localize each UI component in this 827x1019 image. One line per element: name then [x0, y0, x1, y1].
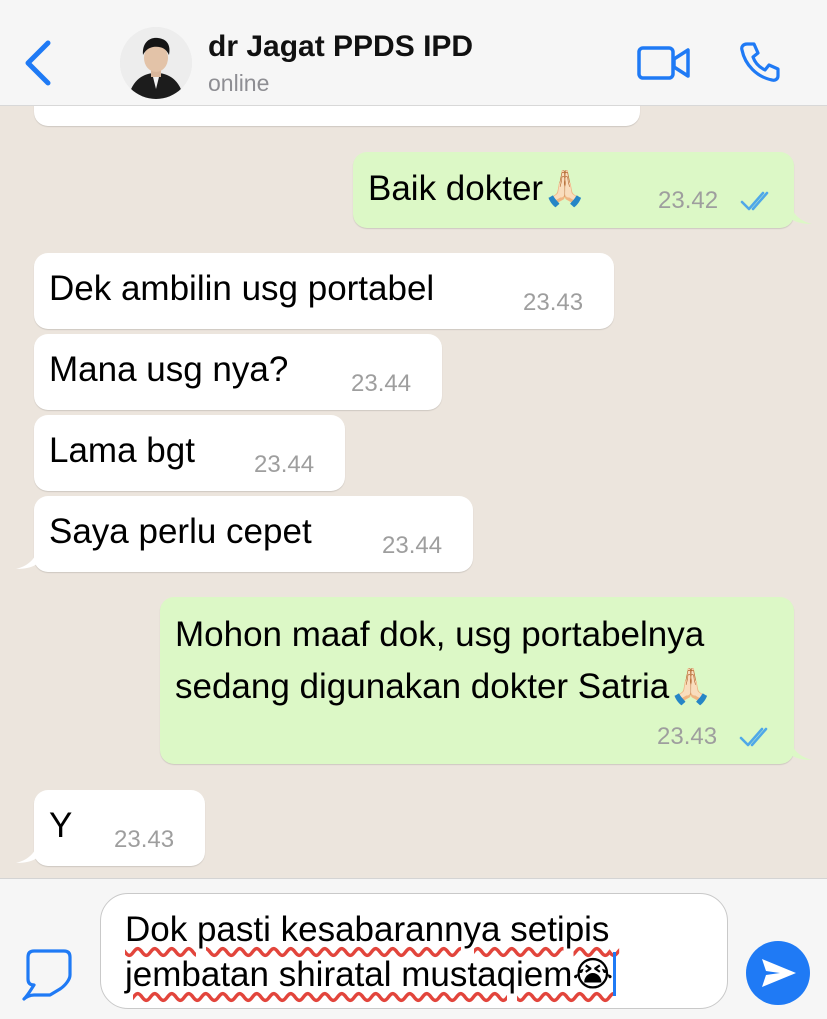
message-text: Lama bgt [49, 431, 195, 470]
send-button[interactable] [746, 941, 810, 1005]
text-cursor [613, 952, 617, 996]
draft-text: Dok pasti kesabarannya setipis jembatan … [125, 910, 620, 994]
message-text: Dek ambilin usg portabel [49, 269, 435, 308]
chevron-left-icon[interactable] [18, 38, 58, 88]
message-bubble-incoming[interactable]: Mana usg nya? 23.44 [34, 334, 442, 410]
bubble-tail [790, 738, 812, 760]
message-bubble-outgoing[interactable]: Baik dokter🙏🏻 23.42 [353, 152, 794, 228]
read-receipt-icon [739, 727, 768, 747]
composer-bar: Dok pasti kesabarannya setipis jembatan … [0, 878, 827, 1019]
video-camera-icon[interactable] [636, 44, 692, 82]
read-receipt-icon [740, 191, 769, 211]
message-input[interactable]: Dok pasti kesabarannya setipis jembatan … [100, 893, 728, 1009]
message-text: Y [49, 806, 73, 845]
message-list[interactable]: Baik dokter🙏🏻 23.42 Dek ambilin usg port… [0, 106, 827, 878]
message-time: 23.44 [382, 532, 443, 559]
contact-status: online [208, 70, 270, 96]
message-time: 23.43 [523, 289, 584, 316]
bubble-tail [790, 202, 812, 224]
message-bubble-incoming[interactable]: Lama bgt 23.44 [34, 415, 345, 491]
message-text: Mana usg nya? [49, 350, 289, 389]
chat-header: dr Jagat PPDS IPD online [0, 0, 827, 106]
message-bubble-incoming[interactable]: Dek ambilin usg portabel 23.43 [34, 253, 614, 329]
avatar-photo [120, 27, 192, 99]
avatar[interactable] [120, 27, 192, 99]
message-bubble-outgoing[interactable]: Mohon maaf dok, usg portabelnya sedang d… [160, 597, 794, 764]
message-time: 23.43 [114, 826, 175, 853]
phone-icon[interactable] [738, 40, 782, 84]
message-text: Baik dokter🙏🏻 [368, 169, 587, 208]
message-time: 23.42 [658, 187, 719, 214]
contact-name[interactable]: dr Jagat PPDS IPD [208, 30, 473, 64]
message-bubble-incoming[interactable]: Saya perlu cepet 23.44 [34, 496, 473, 572]
bubble-tail [16, 841, 38, 863]
message-time: 23.44 [351, 370, 412, 397]
message-time: 23.43 [657, 723, 718, 750]
sticker-icon[interactable] [20, 945, 80, 1003]
message-text: Saya perlu cepet [49, 512, 312, 551]
send-icon [762, 959, 796, 987]
message-time: 23.44 [254, 451, 315, 478]
message-text: Mohon maaf dok, usg portabelnya sedang d… [175, 615, 713, 706]
bubble-tail [16, 547, 38, 569]
message-bubble-incoming[interactable]: Y 23.43 [34, 790, 205, 866]
message-bubble-incoming[interactable] [34, 106, 640, 126]
